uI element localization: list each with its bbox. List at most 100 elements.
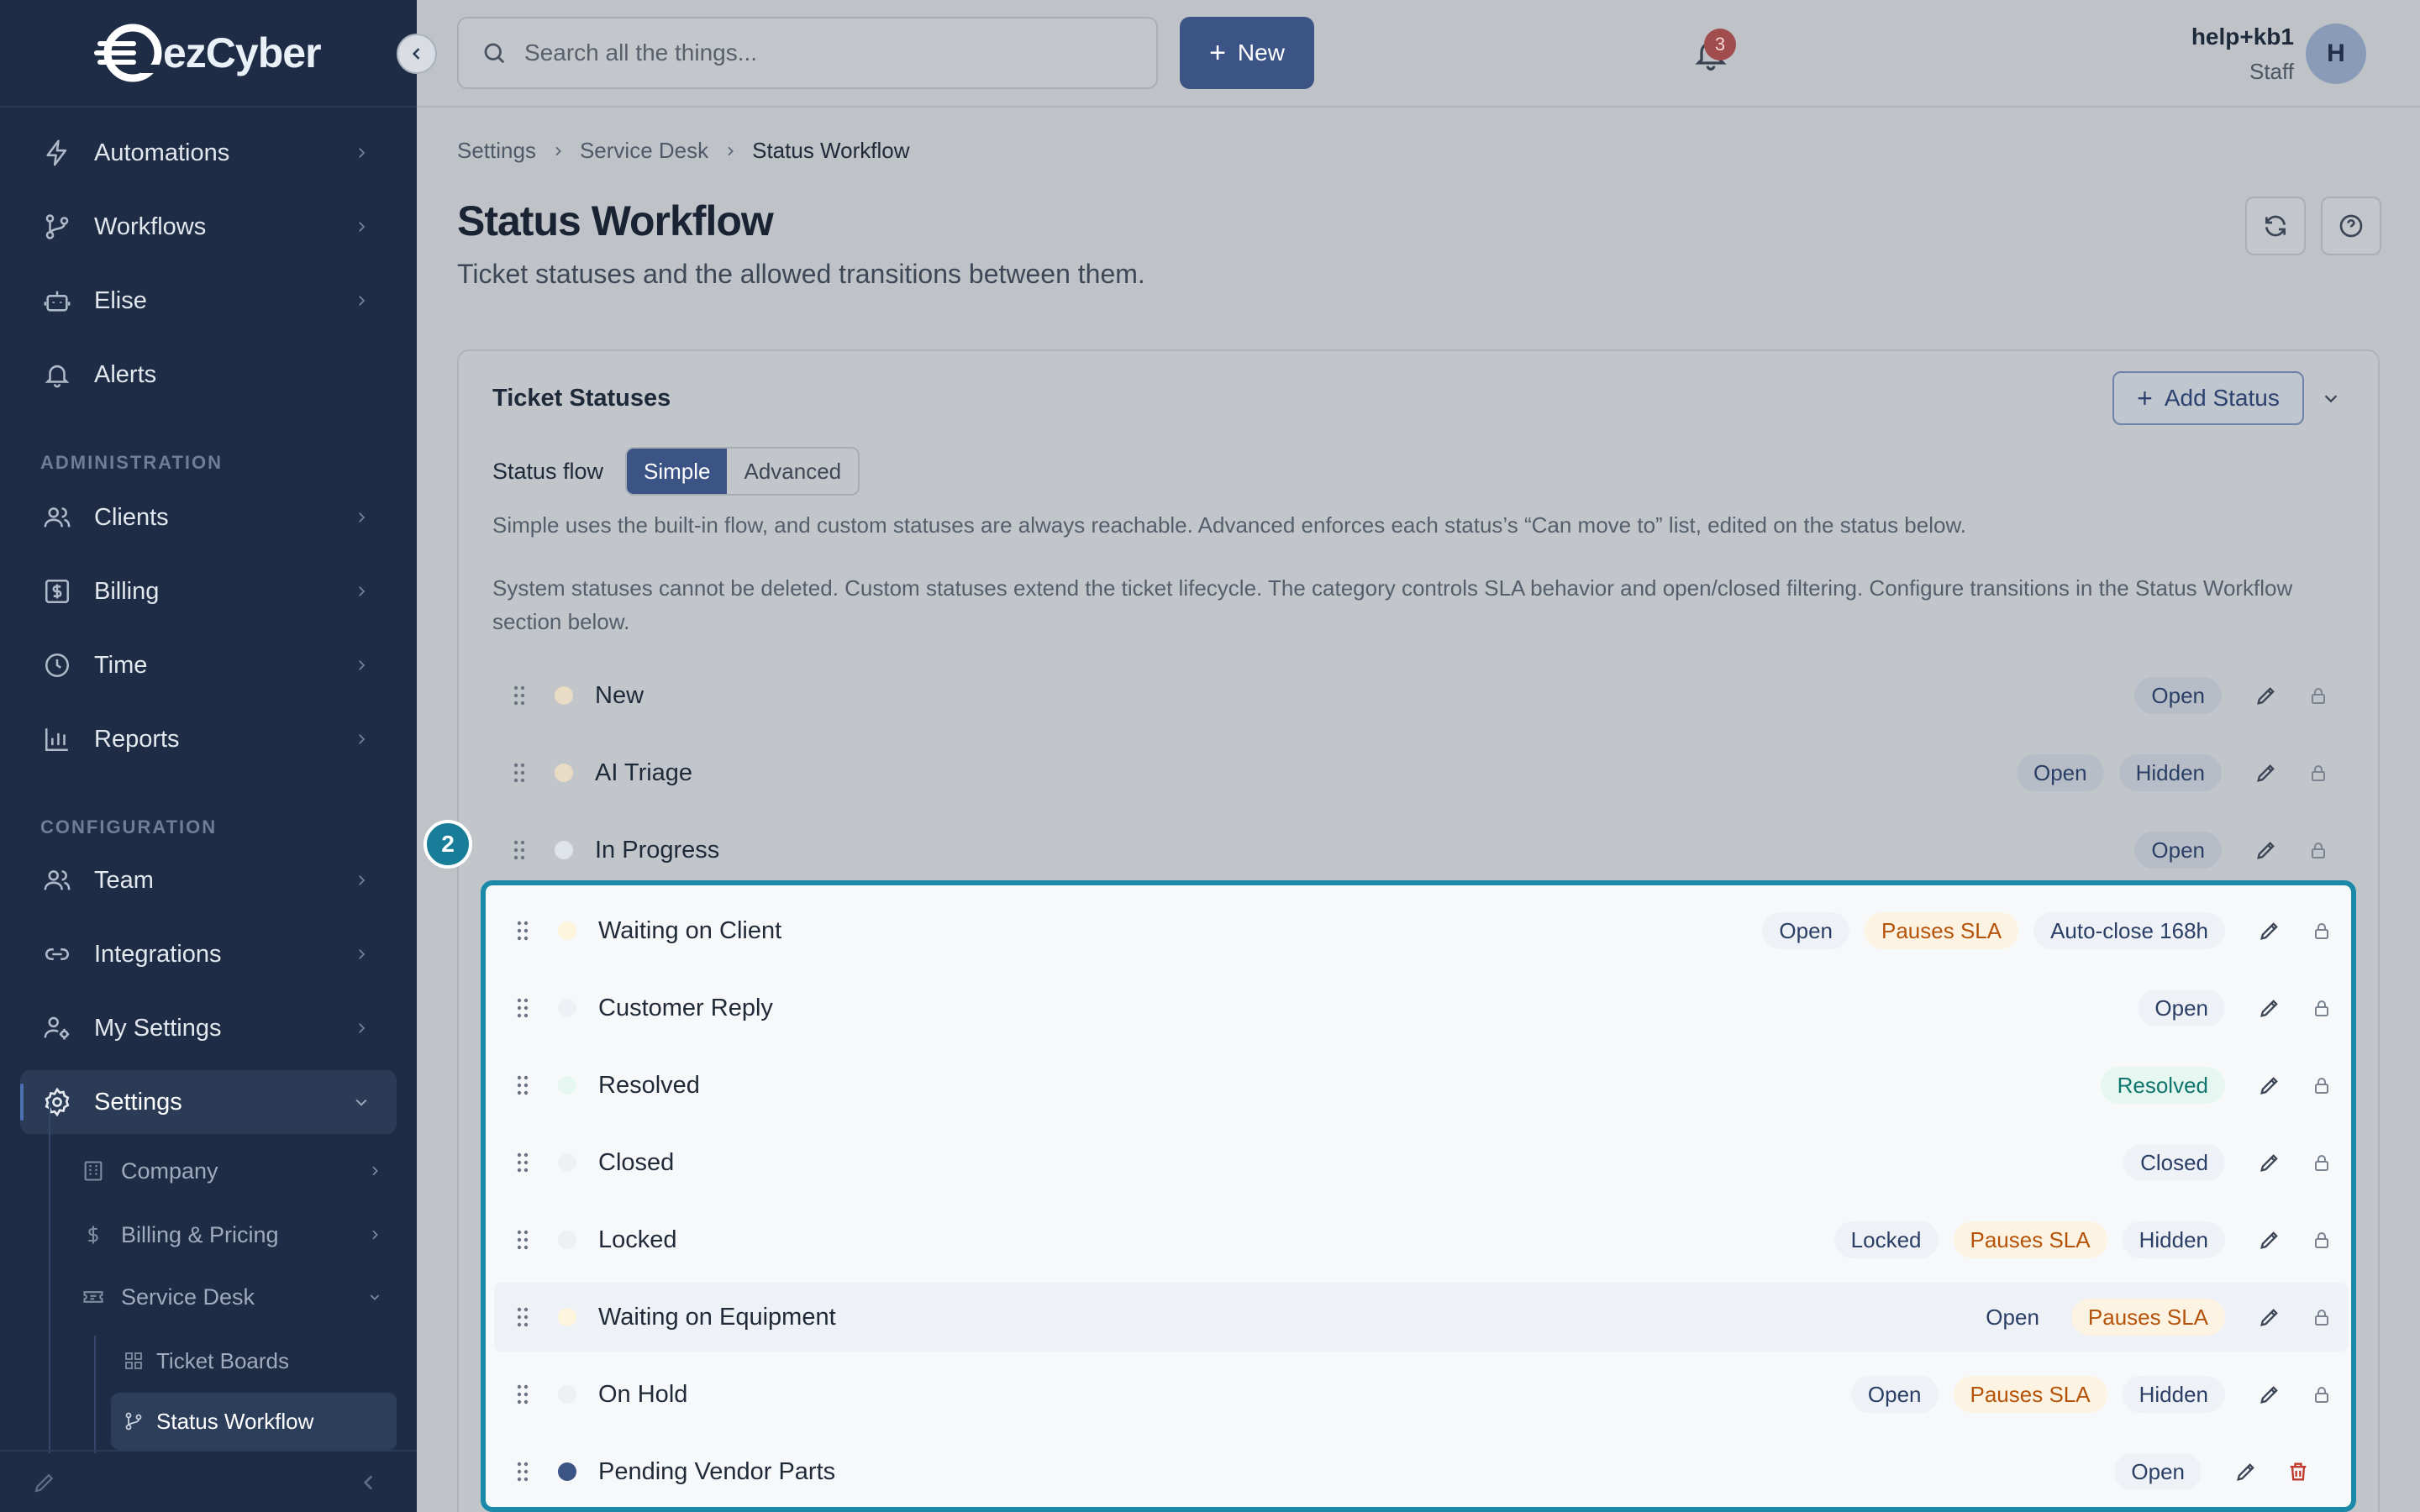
- drag-handle-icon[interactable]: [513, 920, 533, 942]
- status-badge-open: Open: [2114, 1453, 2202, 1490]
- sidebar-item-integrations[interactable]: Integrations: [20, 922, 397, 986]
- flow-option-advanced[interactable]: Advanced: [727, 449, 858, 494]
- sidebar-item-alerts[interactable]: Alerts: [20, 343, 397, 407]
- sidebar-item-elise[interactable]: Elise: [20, 269, 397, 333]
- dollar-icon: [40, 575, 74, 608]
- status-badges: Open: [2134, 677, 2222, 714]
- status-row-waiting-on-client[interactable]: Waiting on Client Open Pauses SLA Auto-clos…: [494, 896, 2348, 965]
- edit-pencil-icon[interactable]: [2244, 1376, 2296, 1413]
- card-title: Ticket Statuses: [492, 385, 671, 412]
- step-marker: 2: [424, 820, 472, 869]
- chevron-left-icon[interactable]: [358, 1472, 380, 1498]
- lock-icon: [2296, 990, 2348, 1026]
- sidebar-item-time[interactable]: Time: [20, 633, 397, 697]
- gear-icon: [40, 1085, 74, 1119]
- help-button[interactable]: [2321, 197, 2381, 255]
- drag-handle-icon[interactable]: [509, 685, 529, 706]
- sidebar-item-billing[interactable]: Billing: [20, 559, 397, 623]
- status-row-new[interactable]: New Open: [491, 661, 2344, 730]
- status-badge-open: Open: [1969, 1299, 2056, 1336]
- user-cog-icon: [40, 1011, 74, 1045]
- drag-handle-icon[interactable]: [509, 839, 529, 861]
- sidebar-subitem-label: Ticket Boards: [156, 1347, 289, 1373]
- dollar-icon: [81, 1222, 106, 1247]
- edit-pencil-icon[interactable]: [2244, 990, 2296, 1026]
- search-box[interactable]: [457, 17, 1158, 89]
- edit-pencil-icon[interactable]: [2244, 1221, 2296, 1258]
- delete-trash-icon[interactable]: [2272, 1453, 2324, 1490]
- status-row-resolved[interactable]: Resolved Resolved: [494, 1051, 2348, 1120]
- drag-handle-icon[interactable]: [513, 997, 533, 1019]
- lock-icon: [2292, 832, 2344, 869]
- sidebar-subitem-label: Billing & Pricing: [121, 1221, 279, 1247]
- sidebar-item-automations[interactable]: Automations: [20, 121, 397, 185]
- chevron-right-icon: [350, 727, 373, 751]
- sidebar-subitem-company[interactable]: Company: [81, 1146, 397, 1196]
- sidebar-collapse-button[interactable]: [397, 34, 437, 74]
- avatar[interactable]: H: [2306, 24, 2366, 84]
- status-row-on-hold[interactable]: On Hold Open Pauses SLA Hidden: [494, 1360, 2348, 1429]
- sidebar-item-settings[interactable]: Settings: [20, 1070, 397, 1134]
- edit-pencil-icon[interactable]: [2240, 677, 2292, 714]
- building-icon: [81, 1158, 106, 1184]
- status-badge-locked: Locked: [1833, 1221, 1939, 1258]
- status-badge-hidden: Hidden: [2122, 1376, 2225, 1413]
- chevron-right-icon: [365, 1161, 385, 1181]
- status-flow-toggle: Simple Advanced: [625, 447, 860, 496]
- edit-pencil-icon[interactable]: [2240, 832, 2292, 869]
- breadcrumb-settings[interactable]: Settings: [457, 138, 536, 164]
- drag-handle-icon[interactable]: [513, 1229, 533, 1251]
- sidebar-item-team[interactable]: Team: [20, 848, 397, 912]
- status-badge-auto-close-168h: Auto-close 168h: [2033, 912, 2225, 949]
- sidebar-divider: [0, 106, 417, 108]
- sidebar-subitem-billing-pricing[interactable]: Billing & Pricing: [81, 1210, 397, 1260]
- chevron-right-icon: [365, 1225, 385, 1245]
- add-status-button[interactable]: + Add Status: [2112, 371, 2304, 425]
- sidebar-subitem-status-workflow[interactable]: Status Workflow: [111, 1393, 397, 1450]
- edit-pencil-icon[interactable]: [2244, 1144, 2296, 1181]
- drag-handle-icon[interactable]: [513, 1074, 533, 1096]
- breadcrumb-service-desk[interactable]: Service Desk: [580, 138, 708, 164]
- edit-pencil-icon[interactable]: [2244, 1299, 2296, 1336]
- edit-pencil-icon[interactable]: [2240, 754, 2292, 791]
- flow-option-simple[interactable]: Simple: [627, 449, 728, 494]
- drag-handle-icon[interactable]: [513, 1306, 533, 1328]
- status-color-dot: [558, 921, 576, 940]
- sidebar-subitem-service-desk[interactable]: Service Desk: [81, 1272, 397, 1322]
- status-color-dot: [558, 999, 576, 1017]
- status-row-locked[interactable]: Locked Locked Pauses SLA Hidden: [494, 1205, 2348, 1274]
- brand-logo[interactable]: ezCyber: [91, 22, 322, 84]
- status-badge-hidden: Hidden: [2122, 1221, 2225, 1258]
- refresh-button[interactable]: [2245, 197, 2306, 255]
- sidebar-item-label: Integrations: [94, 940, 222, 968]
- pencil-icon[interactable]: [32, 1470, 57, 1499]
- status-row-closed[interactable]: Closed Closed: [494, 1128, 2348, 1197]
- status-row-pending-vendor-parts[interactable]: Pending Vendor Parts Open: [494, 1437, 2348, 1506]
- sidebar-item-workflows[interactable]: Workflows: [20, 195, 397, 259]
- sidebar-item-reports[interactable]: Reports: [20, 707, 397, 771]
- new-button[interactable]: + New: [1180, 17, 1314, 89]
- status-row-customer-reply[interactable]: Customer Reply Open: [494, 974, 2348, 1042]
- status-badge-open: Open: [1762, 912, 1849, 949]
- drag-handle-icon[interactable]: [509, 762, 529, 784]
- status-badge-open: Open: [2134, 677, 2222, 714]
- sidebar-item-my-settings[interactable]: My Settings: [20, 996, 397, 1060]
- sidebar-subitem-ticket-boards[interactable]: Ticket Boards: [111, 1332, 397, 1389]
- chevron-down-icon[interactable]: [2317, 385, 2344, 412]
- page-subtitle: Ticket statuses and the allowed transiti…: [457, 259, 1145, 289]
- sidebar-subitem-label: Status Workflow: [156, 1408, 314, 1434]
- plus-icon: +: [2137, 382, 2153, 413]
- edit-pencil-icon[interactable]: [2244, 912, 2296, 949]
- status-badges: Open Pauses SLA Hidden: [1850, 1376, 2225, 1413]
- search-input[interactable]: [524, 39, 1113, 66]
- status-color-dot: [558, 1076, 576, 1095]
- sidebar-item-clients[interactable]: Clients: [20, 486, 397, 549]
- status-row-ai-triage[interactable]: AI Triage Open Hidden: [491, 738, 2344, 807]
- drag-handle-icon[interactable]: [513, 1383, 533, 1405]
- edit-pencil-icon[interactable]: [2244, 1067, 2296, 1104]
- status-row-waiting-on-equipment[interactable]: Waiting on Equipment Open Pauses SLA: [494, 1283, 2348, 1352]
- status-row-in-progress[interactable]: In Progress Open: [491, 816, 2344, 885]
- edit-pencil-icon[interactable]: [2220, 1453, 2272, 1490]
- drag-handle-icon[interactable]: [513, 1152, 533, 1173]
- drag-handle-icon[interactable]: [513, 1461, 533, 1483]
